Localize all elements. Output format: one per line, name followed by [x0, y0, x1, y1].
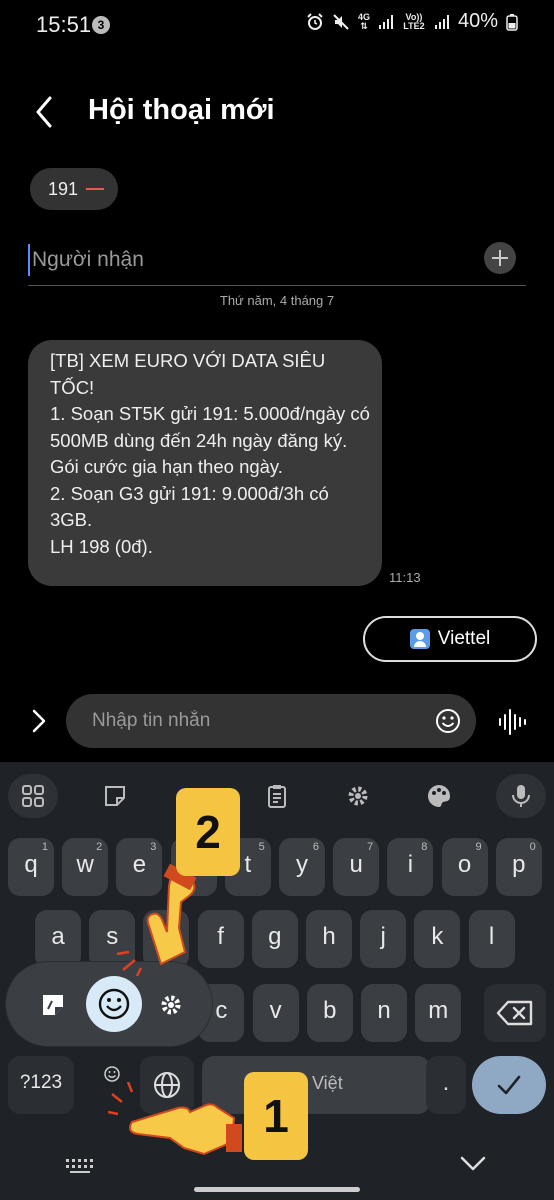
key-label: u: [349, 851, 363, 878]
keyboard-toolbar: [0, 762, 554, 828]
key-j[interactable]: j: [360, 910, 407, 968]
status-time: 15:51: [36, 12, 92, 37]
message-bubble[interactable]: [TB] XEM EURO VỚI DATA SIÊU TỐC! 1. Soạn…: [28, 340, 382, 586]
microphone-icon[interactable]: [496, 774, 546, 818]
add-recipient-button[interactable]: [484, 242, 516, 274]
voice-waveform-icon[interactable]: [496, 706, 528, 738]
step-2-badge: 2: [176, 788, 240, 876]
message-input[interactable]: [92, 706, 412, 736]
contact-card-icon: [409, 629, 430, 649]
key-label: i: [407, 851, 414, 878]
key-hint: 5: [258, 841, 265, 853]
volte-label: Vo)) LTE2: [403, 11, 425, 31]
signal-strength-2-icon: [434, 14, 449, 29]
volte-icon: Vo)) LTE2: [402, 11, 426, 31]
backspace-key[interactable]: [484, 984, 546, 1042]
key-hint: 8: [421, 841, 428, 853]
key-hint: 1: [41, 841, 48, 853]
notification-count-badge: 3: [92, 16, 110, 34]
key-l[interactable]: l: [468, 910, 515, 968]
checkmark-icon: [497, 1075, 521, 1095]
space-key-label: Việt: [312, 1073, 343, 1093]
key-label: y: [296, 851, 308, 878]
key-label: w: [76, 851, 94, 878]
keyboard-switch-icon[interactable]: [64, 1157, 96, 1175]
settings-gear-icon[interactable]: [333, 774, 383, 818]
key-hint: 6: [312, 841, 319, 853]
sticker-icon[interactable]: [90, 774, 140, 818]
page-title: Hội thoại mới: [88, 94, 275, 126]
key-i[interactable]: i8: [387, 838, 434, 896]
message-time: 11:13: [389, 570, 421, 585]
hide-keyboard-chevron-icon[interactable]: [458, 1154, 488, 1174]
key-y[interactable]: y6: [279, 838, 325, 896]
status-icons: 4G ⇅ Vo)) LTE2 40%: [306, 10, 518, 33]
home-indicator[interactable]: [194, 1187, 360, 1192]
compose-bar: [66, 694, 476, 748]
key-o[interactable]: o9: [441, 838, 488, 896]
remove-recipient-icon[interactable]: [86, 188, 104, 190]
header: Hội thoại mới: [0, 82, 554, 142]
key-hint: 7: [367, 841, 374, 853]
key-p[interactable]: p0: [495, 838, 542, 896]
key-hint: 0: [529, 841, 536, 853]
key-h[interactable]: h: [306, 910, 352, 968]
key-label: t: [244, 851, 252, 878]
key-hint: 2: [96, 841, 103, 853]
message-text: [TB] XEM EURO VỚI DATA SIÊU TỐC! 1. Soạn…: [50, 350, 370, 557]
key-u[interactable]: u7: [333, 838, 380, 896]
key-label: p: [512, 851, 526, 878]
key-label: q: [24, 851, 38, 878]
key-hint: 9: [475, 841, 482, 853]
symbols-key[interactable]: ?123: [8, 1056, 74, 1114]
recipient-input[interactable]: [28, 244, 468, 276]
back-button[interactable]: [28, 92, 64, 132]
key-m[interactable]: m: [415, 984, 462, 1042]
gear-popup-icon[interactable]: [158, 992, 184, 1018]
expand-options-button[interactable]: [26, 706, 52, 736]
battery-percent: 40%: [457, 10, 498, 32]
recipient-chip-label: 191: [48, 178, 79, 199]
key-b[interactable]: b: [306, 984, 353, 1042]
recipient-row: [28, 238, 526, 286]
key-hint: 3: [150, 841, 157, 853]
mute-icon: [333, 13, 349, 30]
clipboard-icon[interactable]: [252, 774, 302, 818]
key-v[interactable]: v: [252, 984, 299, 1042]
period-key[interactable]: .: [426, 1056, 466, 1114]
emoji-popup-button[interactable]: [86, 976, 142, 1032]
battery-charging-icon: [506, 13, 518, 31]
contact-suggestion-label: Viettel: [437, 628, 491, 649]
key-w[interactable]: w2: [62, 838, 109, 896]
network-4g-icon: 4G ⇅: [358, 12, 370, 31]
key-q[interactable]: q1: [8, 838, 54, 896]
emoji-key-icon[interactable]: [103, 1065, 121, 1083]
key-g[interactable]: g: [251, 910, 298, 968]
key-k[interactable]: k: [414, 910, 461, 968]
data-arrows-icon: ⇅: [360, 20, 368, 31]
emoji-icon[interactable]: [434, 707, 462, 735]
backspace-icon: [496, 1000, 533, 1026]
key-a[interactable]: a: [35, 910, 81, 968]
pointing-hand-1-icon: [108, 1082, 242, 1156]
enter-key[interactable]: [472, 1056, 546, 1114]
theme-palette-icon[interactable]: [414, 774, 464, 818]
emoji-face-icon: [98, 988, 130, 1020]
signal-strength-icon: [378, 14, 393, 29]
alarm-icon: [307, 12, 323, 30]
step-1-badge: 1: [244, 1072, 308, 1160]
date-separator: Thứ năm, 4 tháng 7: [219, 293, 335, 308]
apps-grid-icon[interactable]: [8, 774, 58, 818]
key-n[interactable]: n: [361, 984, 407, 1042]
recipient-chip[interactable]: 191: [30, 168, 118, 210]
contact-suggestion-button[interactable]: Viettel: [363, 616, 537, 662]
key-label: o: [457, 851, 472, 878]
status-bar: 15:51 3 4G ⇅ Vo)) LTE2 40%: [0, 0, 554, 52]
sticker-popup-icon[interactable]: [40, 992, 66, 1018]
